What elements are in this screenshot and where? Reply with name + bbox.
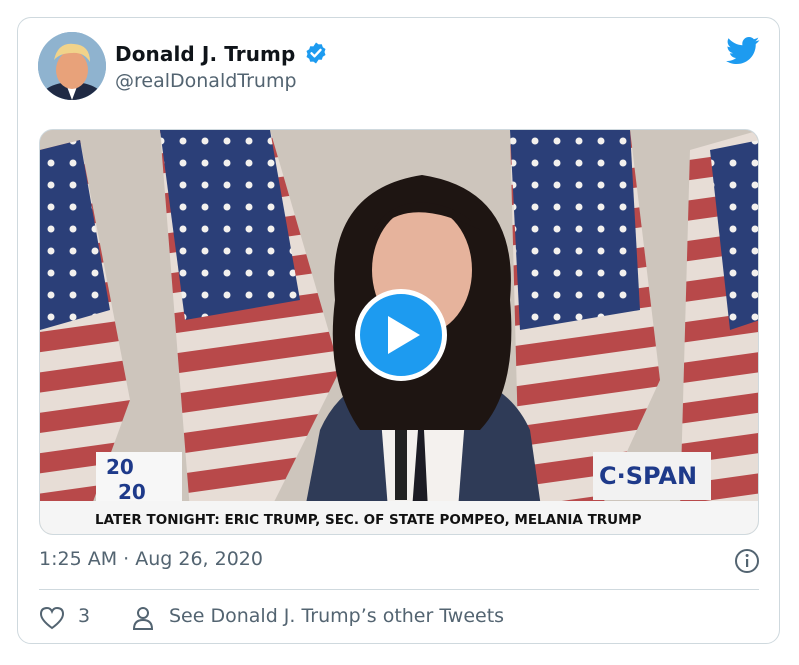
play-icon [388, 316, 420, 354]
avatar[interactable] [38, 32, 106, 100]
tweet-card: Donald J. Trump @realDonaldTrump 20 20 C… [17, 17, 780, 644]
twitter-bird-icon[interactable] [726, 37, 760, 65]
heart-icon[interactable] [39, 606, 65, 630]
person-icon[interactable] [131, 605, 155, 631]
logo-2020-bottom: 20 [118, 480, 146, 504]
like-count[interactable]: 3 [78, 605, 90, 627]
tweet-timestamp[interactable]: 1:25 AM · Aug 26, 2020 [39, 548, 263, 570]
author-handle[interactable]: @realDonaldTrump [115, 70, 297, 92]
info-icon[interactable] [734, 548, 760, 574]
lower-third-caption: LATER TONIGHT: ERIC TRUMP, SEC. OF STATE… [95, 512, 642, 528]
cspan-logo: C·SPAN [599, 462, 697, 490]
author-display-name[interactable]: Donald J. Trump [115, 42, 295, 66]
logo-2020-top: 20 [106, 455, 134, 479]
play-button[interactable] [355, 289, 447, 381]
see-other-tweets-link[interactable]: See Donald J. Trump’s other Tweets [169, 605, 504, 627]
verified-badge-icon [306, 42, 326, 64]
divider [39, 589, 759, 590]
